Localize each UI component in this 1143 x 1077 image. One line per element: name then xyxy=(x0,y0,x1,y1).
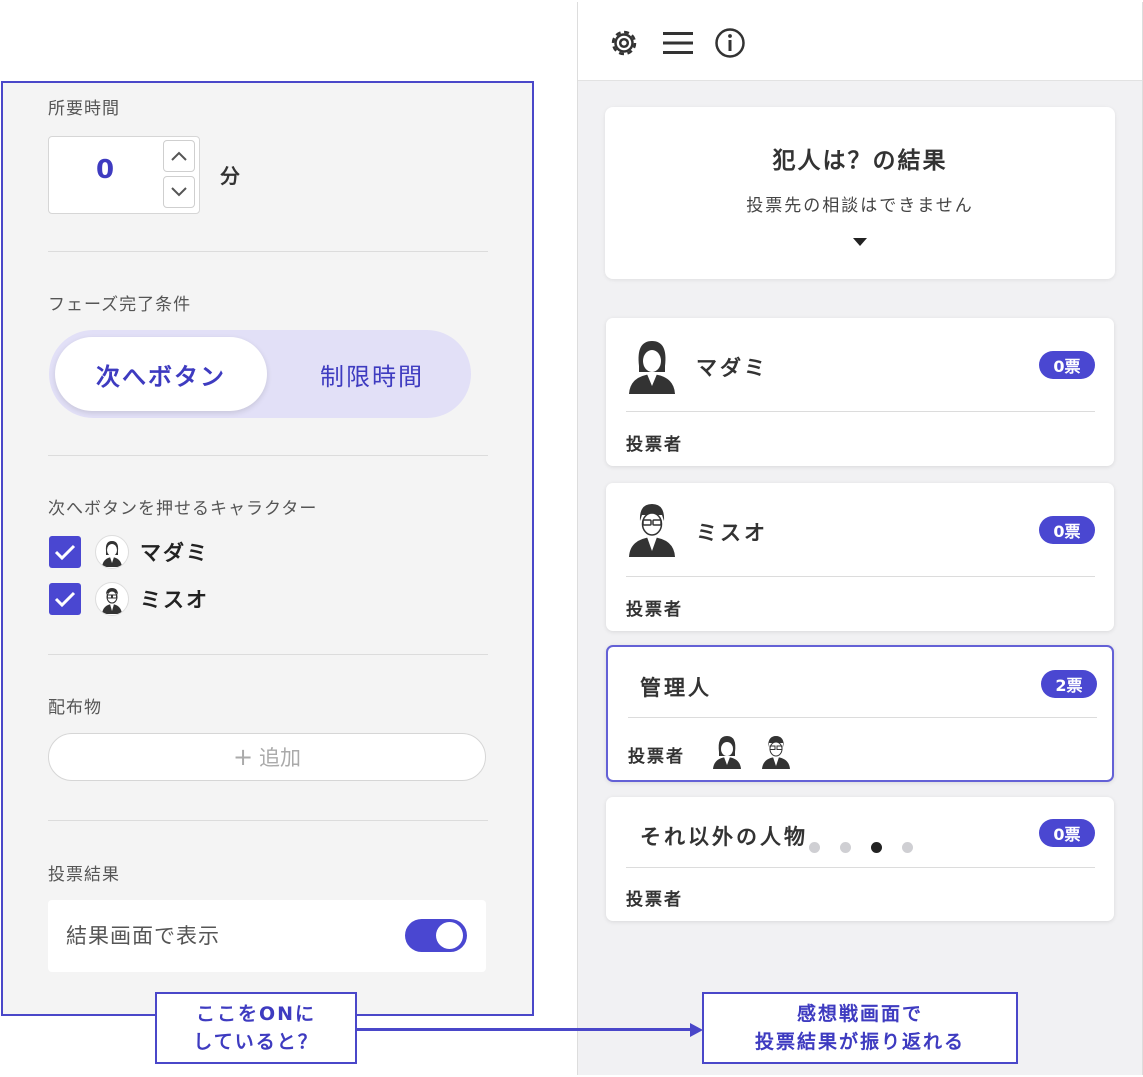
vote-count-badge: 0票 xyxy=(1039,819,1095,847)
callout-right: 感想戦画面で 投票結果が振り返れる xyxy=(702,992,1018,1064)
male-avatar-icon xyxy=(626,499,678,557)
decrement-button[interactable] xyxy=(163,176,195,208)
divider xyxy=(626,576,1095,577)
pagination-dot-active[interactable] xyxy=(871,842,882,853)
divider xyxy=(628,717,1097,718)
avatar-female xyxy=(95,535,129,569)
vote-result-label: 投票結果 xyxy=(48,865,120,885)
voters-label: 投票者 xyxy=(626,435,683,455)
vote-card[interactable]: それ以外の人物 0票 投票者 xyxy=(606,797,1114,921)
divider xyxy=(48,654,488,655)
vote-count-badge: 0票 xyxy=(1039,351,1095,379)
divider xyxy=(626,411,1095,412)
show-result-toggle[interactable] xyxy=(405,919,467,952)
chevron-up-icon xyxy=(171,151,187,161)
callout-right-line1: 感想戦画面で xyxy=(796,1003,923,1025)
chevron-down-icon xyxy=(171,187,187,197)
add-handout-button[interactable]: + 追加 xyxy=(48,733,486,781)
callout-left: ここをONに していると？ xyxy=(155,992,357,1064)
pagination-dot[interactable] xyxy=(902,842,913,853)
phase-option-next-button[interactable]: 次へボタン xyxy=(55,337,267,411)
callout-left-line1: ここをONに xyxy=(195,1003,317,1025)
phase-condition-label: フェーズ完了条件 xyxy=(48,295,192,315)
toggle-knob xyxy=(436,922,463,949)
duration-label: 所要時間 xyxy=(48,99,120,119)
duration-unit: 分 xyxy=(220,164,240,188)
pagination-dot[interactable] xyxy=(840,842,851,853)
vote-count-badge: 0票 xyxy=(1039,516,1095,544)
female-avatar-icon xyxy=(102,541,122,567)
character-name-madami: マダミ xyxy=(140,541,209,565)
check-icon xyxy=(54,591,76,608)
caret-down-icon[interactable] xyxy=(853,238,867,246)
menu-icon[interactable] xyxy=(660,25,696,61)
show-result-label: 結果画面で表示 xyxy=(66,924,220,948)
divider xyxy=(48,455,488,456)
character-checkbox-misuo[interactable] xyxy=(49,583,81,615)
suspect-name: ミスオ xyxy=(696,521,768,545)
male-avatar-icon xyxy=(102,588,122,614)
add-handout-label: 追加 xyxy=(259,746,302,770)
pagination-dot[interactable] xyxy=(809,842,820,853)
female-avatar-icon xyxy=(626,336,678,394)
vote-card[interactable]: マダミ 0票 投票者 xyxy=(606,318,1114,466)
voter-male-icon xyxy=(759,733,793,769)
top-bar xyxy=(578,2,1142,81)
voters-label: 投票者 xyxy=(626,600,683,620)
divider xyxy=(48,251,488,252)
character-checkbox-madami[interactable] xyxy=(49,536,81,568)
info-icon[interactable] xyxy=(712,25,748,61)
callout-arrow xyxy=(356,1028,694,1031)
divider xyxy=(48,820,488,821)
voters-label: 投票者 xyxy=(626,890,683,910)
voter-female-icon xyxy=(710,733,744,769)
duration-stepper[interactable]: 0 xyxy=(48,136,200,214)
vote-count-badge: 2票 xyxy=(1041,670,1097,698)
settings-panel: 所要時間 0 分 フェーズ完了条件 次へボタン 制限時間 次へボタンを押せるキャ… xyxy=(1,81,534,1016)
plus-icon: + xyxy=(232,743,254,771)
show-result-row: 結果画面で表示 xyxy=(48,900,486,972)
phone-screen: 犯人は？の結果 投票先の相談はできません マダミ 0票 投票者 ミスオ 0票 投… xyxy=(577,2,1143,1075)
vote-card-selected[interactable]: 管理人 2票 投票者 xyxy=(606,645,1114,782)
suspect-name: 管理人 xyxy=(640,676,712,700)
next-button-characters-label: 次へボタンを押せるキャラクター xyxy=(48,499,318,519)
duration-value[interactable]: 0 xyxy=(49,155,161,185)
avatar-male xyxy=(95,582,129,616)
result-title: 犯人は？の結果 xyxy=(772,148,948,174)
vote-card[interactable]: ミスオ 0票 投票者 xyxy=(606,483,1114,631)
result-header-card[interactable]: 犯人は？の結果 投票先の相談はできません xyxy=(605,107,1115,279)
result-subtitle: 投票先の相談はできません xyxy=(746,196,974,216)
phase-option-time-limit[interactable]: 制限時間 xyxy=(273,337,471,411)
gear-icon[interactable] xyxy=(606,25,642,61)
check-icon xyxy=(54,544,76,561)
callout-right-line2: 投票結果が振り返れる xyxy=(754,1031,965,1053)
suspect-name: マダミ xyxy=(696,356,768,380)
character-name-misuo: ミスオ xyxy=(140,588,209,612)
suspect-name: それ以外の人物 xyxy=(640,825,808,849)
divider xyxy=(626,867,1095,868)
callout-left-line2: していると？ xyxy=(193,1031,319,1053)
handout-label: 配布物 xyxy=(48,698,102,718)
increment-button[interactable] xyxy=(163,140,195,172)
voters-label: 投票者 xyxy=(628,747,685,767)
